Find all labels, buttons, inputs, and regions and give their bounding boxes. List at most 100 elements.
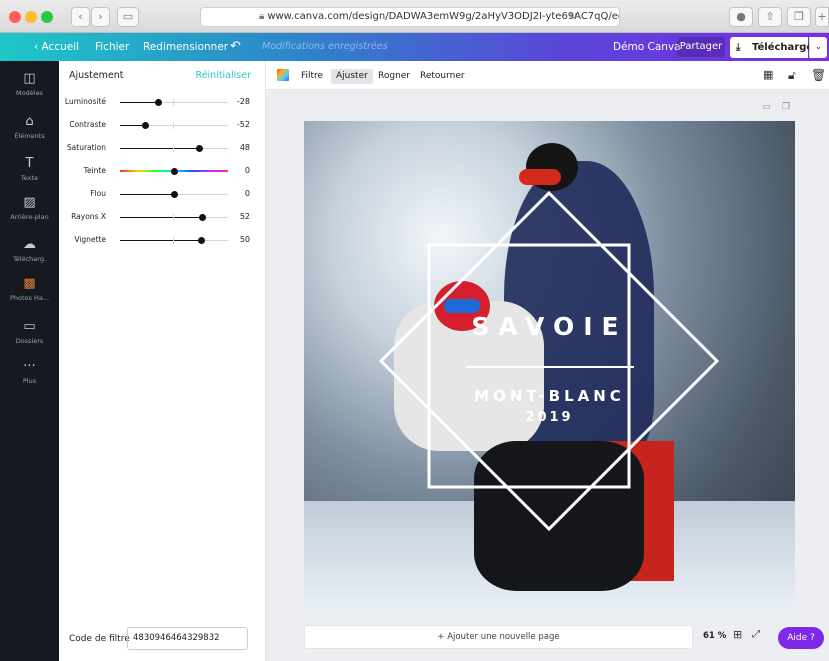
slider-handle[interactable] (196, 145, 204, 152)
slider-handle[interactable] (142, 122, 150, 129)
slider-row: Teinte 0 (59, 164, 266, 180)
slider-handle[interactable] (198, 214, 206, 221)
add-page-button[interactable]: + Ajouter une nouvelle page (304, 625, 693, 649)
downloads-button[interactable]: ● (729, 7, 753, 27)
design-title[interactable]: SAVOIE (304, 312, 795, 341)
tabs-button[interactable]: ❐ (787, 7, 811, 27)
slider-fill (120, 102, 159, 103)
slider-value: 48 (239, 143, 250, 152)
slider-value: 0 (244, 189, 250, 198)
slider-handle[interactable] (170, 191, 178, 198)
grid-view-icon[interactable]: ⊞ (733, 628, 742, 641)
rail-item-text[interactable]: T Texte (0, 156, 59, 182)
slider-value: -28 (236, 97, 250, 106)
zoom-level[interactable]: 61 % (703, 631, 726, 641)
image-toolbar: Filtre Ajuster Rogner Retourner ▦ 🔓︎ 🗑︎ (266, 61, 829, 90)
design-year[interactable]: 2019 (304, 410, 795, 425)
rail-item-uploads[interactable]: ☁ Télécharg. (0, 237, 59, 263)
trash-icon[interactable]: 🗑︎ (811, 68, 826, 82)
share-button[interactable]: Partager (677, 37, 725, 57)
url-bar[interactable]: 🔒︎ www.canva.com/design/DADWA3emW9g/2aHyV… (200, 7, 620, 27)
sidebar-toggle-button[interactable]: ▭ (117, 7, 139, 27)
rail-item-more[interactable]: ··· Plus (0, 359, 59, 385)
slider-fill (120, 217, 203, 218)
undo-icon[interactable]: ↶ (230, 33, 241, 61)
photos-icon: ▩ (23, 276, 36, 291)
chevron-left-icon: ‹ (78, 10, 83, 23)
minimize-window-button[interactable] (25, 11, 37, 23)
rail-label: Texte (20, 174, 39, 182)
team-name[interactable]: Démo Canva (613, 33, 681, 61)
filter-code-input[interactable]: 4830946464329832 (127, 627, 248, 650)
slider-row: Rayons X 52 (59, 210, 266, 226)
crop-button[interactable]: Rogner (378, 69, 410, 84)
home-label: Accueil (41, 41, 80, 53)
comment-icon[interactable]: ▭ (762, 102, 771, 112)
rail-item-background[interactable]: ▨ Arrière-plan (0, 195, 59, 221)
file-menu[interactable]: Fichier (95, 33, 129, 61)
design-page[interactable]: SAVOIE MONT-BLANC 2019 (304, 121, 795, 611)
reload-icon[interactable]: ↻ (569, 8, 577, 26)
slider-label: Flou (90, 189, 106, 198)
slider-fill (120, 240, 201, 241)
maximize-window-button[interactable] (41, 11, 53, 23)
frame-graphic (378, 190, 720, 532)
more-icon: ··· (23, 359, 36, 374)
slider-value: 0 (244, 166, 250, 175)
adjustment-panel: Ajustement Réinitialiser Luminosité -28 Co… (59, 61, 266, 661)
plus-icon: + (817, 10, 827, 23)
rail-label: Photos Ha... (9, 294, 50, 302)
filter-button[interactable]: Filtre (301, 69, 323, 84)
side-rail: ◫ Modèles ⌂ Éléments T Texte ▨ Arrière-plan … (0, 61, 59, 661)
download-circle-icon: ● (736, 10, 746, 23)
lock-icon[interactable]: 🔓︎ (788, 68, 796, 82)
slider-center-tick (173, 122, 174, 129)
chevron-left-icon: ‹ (34, 41, 42, 53)
rail-item-elements[interactable]: ⌂ Éléments (0, 114, 59, 140)
slider-fill (120, 194, 174, 195)
help-button[interactable]: Aide ? (778, 627, 824, 649)
resize-menu[interactable]: Redimensionner (143, 33, 228, 61)
panel-title: Ajustement (69, 70, 124, 81)
transparency-icon[interactable]: ▦ (763, 68, 773, 82)
elements-icon: ⌂ (25, 114, 34, 129)
slider-label: Saturation (66, 143, 106, 152)
rail-label: Modèles (16, 89, 43, 97)
slider-handle[interactable] (170, 168, 178, 175)
rail-label: Éléments (14, 132, 45, 140)
back-button[interactable]: ‹ (71, 7, 90, 27)
adjust-button[interactable]: Ajuster (331, 69, 373, 84)
rail-item-folders[interactable]: ▭ Dossiers (0, 319, 59, 345)
share-sheet-button[interactable]: ⇧ (758, 7, 782, 27)
design-subtitle[interactable]: MONT-BLANC (304, 387, 795, 405)
download-options-button[interactable]: ⌄ (809, 37, 827, 58)
duplicate-page-icon[interactable]: ❐ (782, 102, 790, 112)
rail-item-templates[interactable]: ◫ Modèles (0, 71, 59, 97)
color-swatch-icon[interactable] (277, 69, 289, 81)
slider-label: Luminosité (64, 97, 106, 106)
flip-button[interactable]: Retourner (420, 69, 465, 84)
templates-icon: ◫ (23, 71, 36, 86)
forward-button[interactable]: › (91, 7, 110, 27)
slider-value: -52 (236, 120, 250, 129)
reset-button[interactable]: Réinitialiser (196, 70, 251, 81)
slider-center-tick (173, 99, 174, 106)
background-icon: ▨ (23, 195, 36, 210)
slider-row: Saturation 48 (59, 141, 266, 157)
download-button[interactable]: ⤓ Télécharger (730, 37, 818, 58)
rail-label: Télécharg. (12, 255, 47, 263)
rail-label: Arrière-plan (10, 213, 49, 221)
slider-handle[interactable] (197, 237, 205, 244)
fullscreen-icon[interactable]: ⤢ (752, 629, 760, 640)
slider-label: Rayons X (71, 212, 106, 221)
url-text: www.canva.com/design/DADWA3emW9g/2aHyV3O… (267, 11, 620, 22)
slider-center-tick (173, 145, 174, 152)
text-icon: T (25, 156, 34, 171)
rail-item-photos[interactable]: ▩ Photos Ha... (0, 276, 59, 302)
chevron-down-icon: ⌄ (814, 42, 823, 52)
home-link[interactable]: ‹ Accueil (34, 33, 79, 61)
close-window-button[interactable] (9, 11, 21, 23)
slider-handle[interactable] (155, 99, 163, 106)
new-tab-button[interactable]: + (815, 7, 829, 27)
slider-row: Luminosité -28 (59, 95, 266, 111)
